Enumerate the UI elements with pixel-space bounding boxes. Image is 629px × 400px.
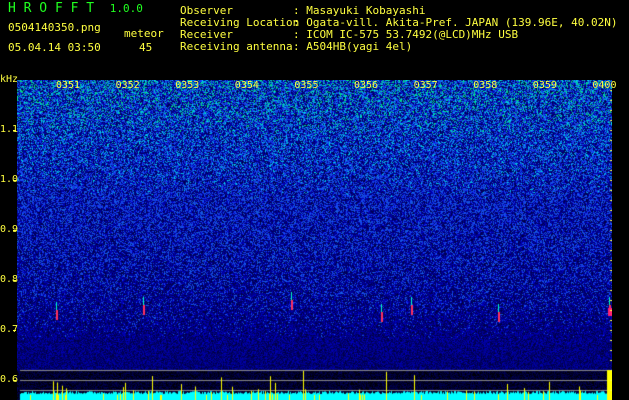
app-version: 1.0.0 bbox=[109, 2, 143, 15]
file-datetime: 05.04.14 03:50 bbox=[8, 41, 101, 54]
time-label: 0354 bbox=[234, 80, 259, 91]
spectrogram bbox=[17, 80, 612, 400]
time-label: 0400 bbox=[592, 80, 617, 91]
freq-tick bbox=[13, 180, 16, 181]
meteor-label: meteor bbox=[124, 27, 164, 40]
antenna-label: Receiving antenna bbox=[180, 40, 293, 53]
file-name: 0504140350.png bbox=[8, 21, 101, 34]
freq-tick bbox=[13, 380, 16, 381]
app-name: H R O F F T bbox=[8, 1, 95, 16]
time-label: 0356 bbox=[354, 80, 379, 91]
freq-tick bbox=[13, 280, 16, 281]
freq-tick bbox=[13, 230, 16, 231]
time-label: 0359 bbox=[532, 80, 557, 91]
time-label: 0358 bbox=[473, 80, 498, 91]
time-label: 0357 bbox=[413, 80, 438, 91]
time-label: 0355 bbox=[294, 80, 319, 91]
antenna-value: : A504HB(yagi 4el) bbox=[293, 40, 413, 53]
freq-tick bbox=[13, 130, 16, 131]
time-label: 0351 bbox=[56, 80, 81, 91]
time-label: 0353 bbox=[175, 80, 200, 91]
freq-tick bbox=[13, 330, 16, 331]
app-title: H R O F F T 1.0.0 bbox=[8, 1, 143, 16]
meteor-count: 45 bbox=[139, 41, 153, 54]
axis-unit: kHz bbox=[0, 74, 19, 85]
time-label: 0352 bbox=[115, 80, 140, 91]
